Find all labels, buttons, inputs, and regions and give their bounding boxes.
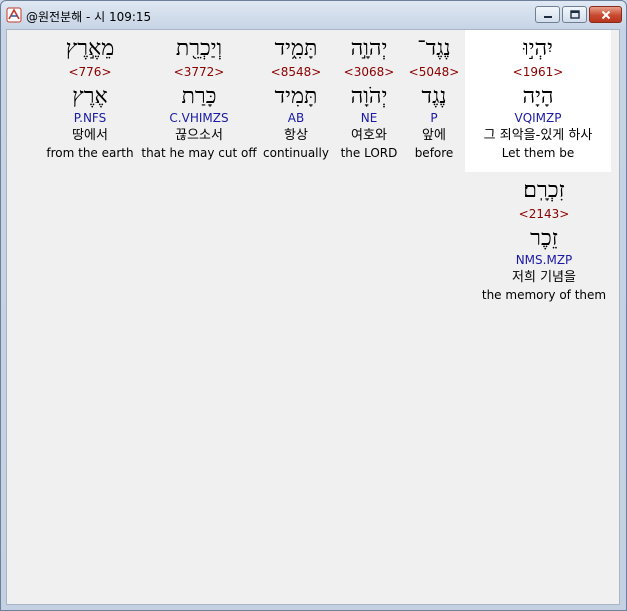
hebrew-lemma: כָּרַת: [181, 84, 217, 109]
korean-gloss: 땅에서: [72, 128, 108, 143]
hebrew-word: מֵאֶ֣רֶץ: [65, 36, 115, 61]
morphology-code: VQIMZP: [514, 111, 562, 125]
morphology-code: C.VHIMZS: [169, 111, 229, 125]
hebrew-word: יִהְי֣וּ: [523, 36, 553, 61]
word-block[interactable]: וְיַכְרֵ֖ת <3772> כָּרַת C.VHIMZS 끊으소서 t…: [141, 30, 257, 161]
strong-number: <5048>: [408, 65, 460, 79]
close-button[interactable]: [589, 6, 622, 23]
app-window: @원전분해 - 시 109:15 יִהְי֣וּ <1961> הָיָה V…: [0, 0, 627, 611]
window-title: @원전분해 - 시 109:15: [26, 10, 152, 24]
english-gloss: that he may cut off: [141, 146, 257, 160]
english-gloss: Let them be: [501, 146, 575, 160]
minimize-icon: [543, 15, 552, 18]
strong-number: <3772>: [173, 65, 225, 79]
hebrew-lemma: נֶגֶד: [421, 84, 447, 109]
korean-gloss: 저희 기념을: [512, 270, 576, 285]
close-icon: [601, 10, 610, 19]
analysis-panel: יִהְי֣וּ <1961> הָיָה VQIMZP 그 죄악을-있게 하사…: [6, 29, 620, 605]
strong-number: <2143>: [518, 207, 570, 221]
morphology-code: P: [430, 111, 438, 125]
morphology-code: AB: [287, 111, 305, 125]
korean-gloss: 끊으소서: [175, 128, 223, 143]
strong-number: <1961>: [512, 65, 564, 79]
word-block[interactable]: יְהוָ֣ה <3068> יְהֹוָה NE 여호와 the LORD: [336, 30, 402, 161]
word-block[interactable]: זִכְרָֽם׃ <2143> זֵכֶר NMS.MZP 저희 기념을 th…: [477, 172, 611, 303]
strong-number: <8548>: [270, 65, 322, 79]
hebrew-word: תָּמִ֑יד: [274, 36, 318, 61]
hebrew-word: זִכְרָֽם׃: [523, 178, 565, 203]
maximize-icon: [569, 10, 580, 19]
morphology-code: NE: [360, 111, 378, 125]
app-icon: [6, 7, 22, 23]
word-block[interactable]: יִהְי֣וּ <1961> הָיָה VQIMZP 그 죄악을-있게 하사…: [465, 30, 611, 172]
strong-number: <3068>: [343, 65, 395, 79]
word-block[interactable]: תָּמִ֑יד <8548> תָּמִיד AB 항상 continuall…: [260, 30, 332, 161]
korean-gloss: 앞에: [422, 128, 446, 143]
english-gloss: the memory of them: [481, 288, 607, 302]
hebrew-lemma: יְהֹוָה: [350, 84, 388, 109]
english-gloss: from the earth: [46, 146, 134, 160]
hebrew-lemma: הָיָה: [522, 84, 554, 109]
korean-gloss: 그 죄악을-있게 하사: [483, 128, 593, 143]
english-gloss: before: [414, 146, 454, 160]
word-block[interactable]: מֵאֶ֣רֶץ <776> אֶרֶץ P.NFS 땅에서 from the …: [45, 30, 135, 161]
word-block[interactable]: נֶגֶד־ <5048> נֶגֶד P 앞에 before: [404, 30, 464, 161]
hebrew-word: וְיַכְרֵ֖ת: [175, 36, 223, 61]
morphology-code: NMS.MZP: [515, 253, 573, 267]
english-gloss: the LORD: [340, 146, 398, 160]
hebrew-lemma: תָּמִיד: [274, 84, 318, 109]
hebrew-word: נֶגֶד־: [417, 36, 451, 61]
minimize-button[interactable]: [535, 6, 560, 23]
korean-gloss: 여호와: [351, 128, 387, 143]
morphology-code: P.NFS: [73, 111, 107, 125]
title-bar[interactable]: @원전분해 - 시 109:15: [1, 1, 626, 29]
hebrew-lemma: אֶרֶץ: [72, 84, 108, 109]
maximize-button[interactable]: [562, 6, 587, 23]
english-gloss: continually: [263, 146, 329, 160]
hebrew-lemma: זֵכֶר: [530, 226, 558, 251]
korean-gloss: 항상: [284, 128, 308, 143]
hebrew-word: יְהוָ֣ה: [350, 36, 388, 61]
strong-number: <776>: [68, 65, 112, 79]
